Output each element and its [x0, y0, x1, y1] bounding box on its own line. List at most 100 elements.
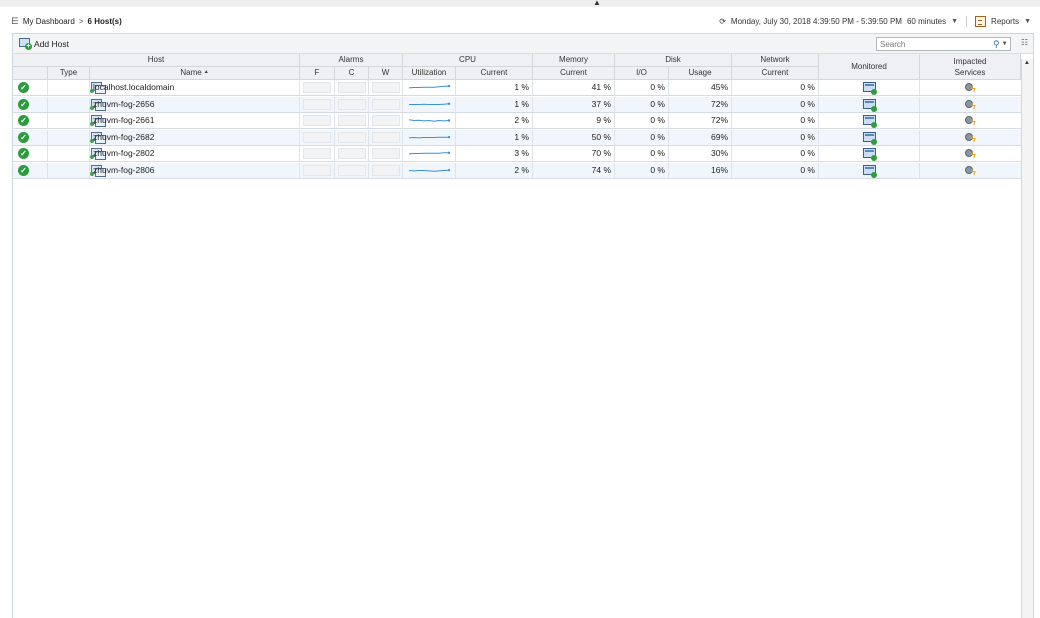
cpu-sparkline-line: [408, 85, 450, 89]
host-name[interactable]: localhost.localdomain: [90, 80, 300, 95]
impacted-services-icon[interactable]: ϟ: [965, 148, 978, 160]
monitored-icon[interactable]: [863, 115, 877, 128]
time-range-text[interactable]: Monday, July 30, 2018 4:39:50 PM - 5:39:…: [731, 17, 902, 26]
cpu-utilization-cell[interactable]: [403, 80, 456, 95]
header-memory-current[interactable]: Current: [533, 67, 615, 80]
cpu-utilization-cell[interactable]: [403, 96, 456, 112]
search-icon[interactable]: ⚲: [993, 39, 1000, 50]
monitored-cell[interactable]: [819, 113, 920, 128]
alarm-w-indicator[interactable]: [372, 131, 400, 143]
header-alarm-c[interactable]: C: [335, 67, 369, 80]
monitored-cell[interactable]: [819, 96, 920, 112]
monitored-cell[interactable]: [819, 146, 920, 161]
impacted-services-cell[interactable]: ϟ: [920, 97, 1021, 112]
alarm-c-indicator[interactable]: [338, 131, 366, 143]
alarm-w-indicator[interactable]: [372, 82, 400, 93]
reports-icon[interactable]: [975, 15, 987, 27]
header-name[interactable]: Name ▲: [90, 67, 300, 80]
impacted-services-cell[interactable]: ϟ: [920, 80, 1021, 95]
impacted-services-cell[interactable]: ϟ: [920, 146, 1021, 161]
alarm-w-indicator[interactable]: [372, 115, 400, 126]
impacted-services-cell[interactable]: ϟ: [920, 113, 1021, 128]
table-row[interactable]: ✓ zhuvm-fog-2806 2 % 74 % 0 % 16% 0 % ϟ: [13, 162, 1021, 179]
cpu-utilization-cell[interactable]: [403, 113, 456, 128]
alarm-w-indicator[interactable]: [372, 164, 400, 176]
header-alarm-f[interactable]: F: [300, 67, 335, 80]
cpu-sparkline-line: [409, 102, 450, 105]
cpu-utilization-cell[interactable]: [403, 162, 456, 178]
vertical-scrollbar[interactable]: ▲: [1021, 59, 1033, 618]
alarm-f-indicator[interactable]: [303, 115, 331, 126]
impacted-services-icon[interactable]: ϟ: [965, 132, 978, 144]
monitored-cell[interactable]: [819, 162, 920, 178]
alarm-f-indicator[interactable]: [303, 98, 331, 110]
table-row[interactable]: ✓ zhuvm-fog-2682 1 % 50 % 0 % 69% 0 % ϟ: [13, 129, 1021, 146]
alarm-c-cell: [335, 113, 369, 128]
table-row[interactable]: ✓ zhuvm-fog-2661 2 % 9 % 0 % 72% 0 % ϟ: [13, 113, 1021, 129]
monitored-icon[interactable]: [863, 131, 877, 145]
add-host-icon: +: [19, 38, 32, 50]
monitored-icon[interactable]: [863, 98, 877, 112]
network-current: 0 %: [732, 146, 819, 161]
header-network-current[interactable]: Current: [732, 67, 819, 80]
alarm-f-indicator[interactable]: [303, 131, 331, 143]
search-dropdown-icon[interactable]: ▼: [1002, 41, 1008, 47]
table-row[interactable]: ✓ zhuvm-fog-2802 3 % 70 % 0 % 30% 0 % ϟ: [13, 146, 1021, 162]
alarm-c-indicator[interactable]: [338, 115, 366, 126]
table-row[interactable]: ✓ zhuvm-fog-2656 1 % 37 % 0 % 72% 0 % ϟ: [13, 96, 1021, 113]
impacted-services-cell[interactable]: ϟ: [920, 130, 1021, 145]
network-current: 0 %: [732, 96, 819, 112]
time-duration[interactable]: 60 minutes: [907, 17, 946, 26]
add-host-button[interactable]: + Add Host: [19, 37, 69, 50]
header-type[interactable]: Type: [48, 67, 90, 80]
header-impacted-services[interactable]: Impacted Services: [920, 54, 1021, 80]
alarm-f-indicator[interactable]: [303, 148, 331, 159]
alarm-c-indicator[interactable]: [338, 98, 366, 110]
cpu-utilization-cell[interactable]: [403, 129, 456, 145]
scroll-up-icon[interactable]: ▲: [1024, 60, 1030, 66]
monitored-icon[interactable]: [863, 82, 877, 95]
host-name[interactable]: zhuvm-fog-2806: [90, 162, 300, 178]
alarm-c-indicator[interactable]: [338, 164, 366, 176]
table-row[interactable]: ✓ localhost.localdomain 1 % 41 % 0 % 45%…: [13, 80, 1021, 96]
monitored-cell[interactable]: [819, 129, 920, 145]
alarm-f-indicator[interactable]: [303, 164, 331, 176]
header-disk-usage[interactable]: Usage: [669, 67, 732, 80]
alarm-c-indicator[interactable]: [338, 148, 366, 159]
cpu-utilization-cell[interactable]: [403, 146, 456, 161]
status-cell: ✓: [13, 113, 48, 128]
reports-dropdown-icon[interactable]: ▼: [1024, 18, 1031, 25]
breadcrumb-home[interactable]: My Dashboard: [23, 17, 75, 26]
memory-current: 74 %: [533, 162, 615, 178]
alarm-c-indicator[interactable]: [338, 82, 366, 93]
monitored-icon[interactable]: [863, 164, 877, 178]
time-dropdown-icon[interactable]: ▼: [951, 18, 958, 25]
header-cpu-current[interactable]: Current: [456, 67, 533, 80]
alarm-w-cell: [369, 96, 403, 112]
host-name[interactable]: zhuvm-fog-2802: [90, 146, 300, 161]
search-box[interactable]: ⚲ ▼: [876, 37, 1011, 51]
impacted-services-icon[interactable]: ϟ: [965, 82, 978, 94]
host-name[interactable]: zhuvm-fog-2661: [90, 113, 300, 128]
impacted-services-icon[interactable]: ϟ: [965, 99, 978, 111]
host-name[interactable]: zhuvm-fog-2656: [90, 96, 300, 112]
monitored-icon[interactable]: [863, 148, 877, 161]
alarm-f-indicator[interactable]: [303, 82, 331, 93]
impacted-services-icon[interactable]: ϟ: [965, 165, 978, 177]
header-monitored[interactable]: Monitored: [819, 54, 920, 80]
header-disk-io[interactable]: I/O: [615, 67, 669, 80]
host-name[interactable]: zhuvm-fog-2682: [90, 129, 300, 145]
impacted-services-cell[interactable]: ϟ: [920, 163, 1021, 178]
header-cpu-utilization[interactable]: Utilization: [403, 67, 456, 80]
search-input[interactable]: [877, 39, 991, 49]
reports-link[interactable]: Reports: [991, 17, 1019, 26]
header-alarm-w[interactable]: W: [369, 67, 403, 80]
collapse-caret-icon[interactable]: ▲: [592, 0, 602, 7]
impacted-services-icon[interactable]: ϟ: [965, 115, 978, 127]
alarm-w-indicator[interactable]: [372, 148, 400, 159]
header-status: [13, 67, 48, 80]
monitored-cell[interactable]: [819, 80, 920, 95]
column-menu-icon[interactable]: ☷: [1021, 38, 1028, 47]
alarm-w-indicator[interactable]: [372, 98, 400, 110]
alarm-c-cell: [335, 129, 369, 145]
